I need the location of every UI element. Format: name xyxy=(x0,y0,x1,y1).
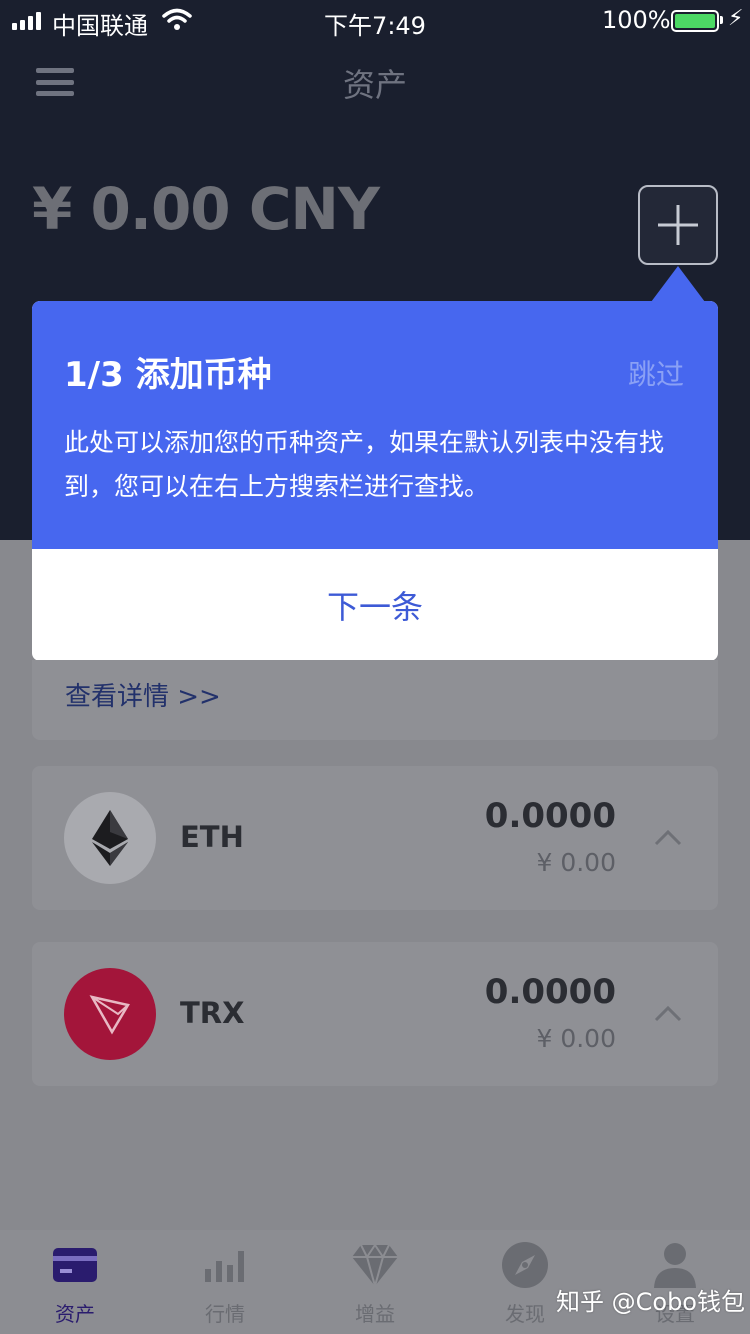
tron-icon xyxy=(64,968,156,1060)
watermark: 知乎 @Cobo钱包 xyxy=(556,1288,745,1316)
tab-label: 行情 xyxy=(205,1302,245,1326)
diamond-icon xyxy=(300,1242,450,1288)
battery-cap xyxy=(720,16,723,24)
chevron-up-icon[interactable] xyxy=(654,1004,682,1022)
onboarding-tooltip: 1/3 添加币种 跳过 此处可以添加您的币种资产，如果在默认列表中没有找到，您可… xyxy=(32,301,718,661)
tab-earn[interactable]: 增益 xyxy=(300,1230,450,1334)
charging-icon: ⚡ xyxy=(728,6,744,31)
coin-symbol: ETH xyxy=(180,820,244,854)
details-card: 查看详情 >> xyxy=(32,660,718,740)
page-title: 资产 xyxy=(342,66,407,104)
ethereum-icon xyxy=(64,792,156,884)
tooltip-title: 1/3 添加币种 xyxy=(64,355,272,395)
battery-icon xyxy=(671,10,719,32)
total-balance: ¥ 0.00 CNY xyxy=(32,175,380,243)
coin-symbol: TRX xyxy=(180,996,245,1030)
tooltip-arrow xyxy=(651,266,705,302)
coin-fiat-value: ¥ 0.00 xyxy=(536,1024,616,1053)
bar-chart-icon xyxy=(150,1242,300,1288)
tab-assets[interactable]: 资产 xyxy=(0,1230,150,1334)
chevron-up-icon[interactable] xyxy=(654,828,682,846)
wallet-card-icon xyxy=(0,1242,150,1288)
tab-label: 资产 xyxy=(55,1302,95,1326)
coin-fiat-value: ¥ 0.00 xyxy=(536,848,616,877)
tooltip-header: 1/3 添加币种 跳过 此处可以添加您的币种资产，如果在默认列表中没有找到，您可… xyxy=(32,301,718,549)
status-bar: 中国联通 下午7:49 100% ⚡ xyxy=(0,0,750,40)
view-details-link[interactable]: 查看详情 >> xyxy=(65,676,221,713)
coin-amount: 0.0000 xyxy=(484,796,616,836)
tab-market[interactable]: 行情 xyxy=(150,1230,300,1334)
add-coin-button[interactable] xyxy=(638,185,718,265)
coin-amount: 0.0000 xyxy=(484,972,616,1012)
battery-percent: 100% xyxy=(602,6,671,34)
tooltip-body: 此处可以添加您的币种资产，如果在默认列表中没有找到，您可以在右上方搜索栏进行查找… xyxy=(64,428,665,501)
coin-card-eth[interactable]: ETH 0.0000 ¥ 0.00 xyxy=(32,766,718,910)
next-button[interactable]: 下一条 xyxy=(32,549,718,661)
tab-label: 增益 xyxy=(355,1302,395,1326)
plus-icon xyxy=(658,205,698,245)
skip-button[interactable]: 跳过 xyxy=(628,353,684,393)
coin-card-trx[interactable]: TRX 0.0000 ¥ 0.00 xyxy=(32,942,718,1086)
